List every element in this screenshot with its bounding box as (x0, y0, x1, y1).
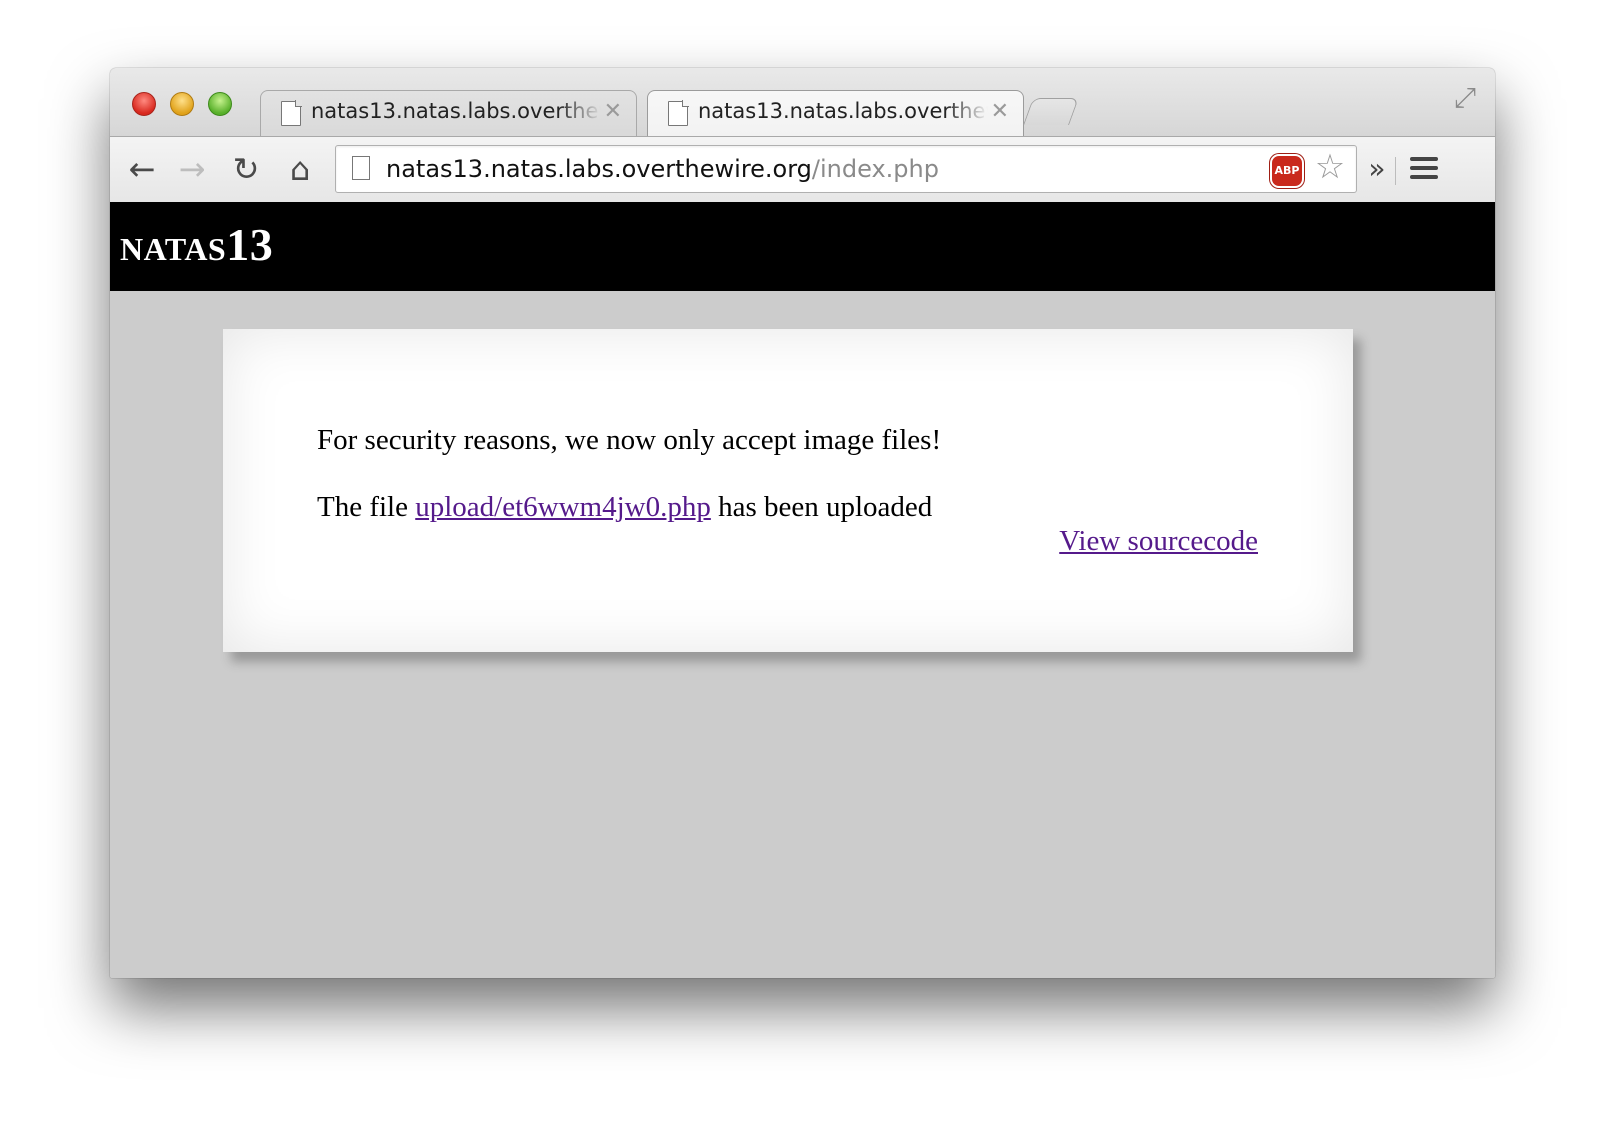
browser-toolbar: ← → ↻ ⌂ natas13.natas.labs.overthewire.o… (110, 136, 1495, 204)
url-path: /index.php (811, 155, 939, 183)
minimize-window-button[interactable] (170, 92, 194, 116)
page-icon (352, 156, 370, 180)
file-suffix: has been uploaded (710, 491, 933, 523)
extensions-chevron-icon[interactable]: » (1362, 151, 1392, 187)
forward-arrow-icon[interactable]: → (172, 149, 212, 189)
page-viewport: natas13 For security reasons, we now onl… (110, 202, 1495, 978)
adblock-icon[interactable]: ABP (1270, 154, 1304, 188)
home-icon[interactable]: ⌂ (280, 149, 320, 189)
menu-hamburger-icon[interactable] (1410, 157, 1438, 183)
fullscreen-icon[interactable]: ⤢ (1449, 82, 1481, 114)
toolbar-divider (1395, 157, 1396, 185)
title-bar: natas13.natas.labs.overthewire.org ✕ nat… (110, 68, 1495, 138)
page-icon (668, 101, 688, 126)
browser-window: natas13.natas.labs.overthewire.org ✕ nat… (110, 68, 1495, 978)
banner-title: natas13 (120, 219, 274, 270)
site-banner: natas13 (110, 202, 1495, 291)
upload-status: The file upload/et6wwm4jw0.php has been … (317, 491, 932, 524)
tab-title: natas13.natas.labs.overthewire.org (311, 99, 601, 123)
close-tab-icon[interactable]: ✕ (991, 98, 1009, 126)
back-arrow-icon[interactable]: ← (122, 149, 162, 189)
bookmark-star-icon[interactable]: ☆ (1312, 149, 1348, 185)
tab-2-active[interactable]: natas13.natas.labs.overthewire.org ✕ (647, 90, 1024, 138)
new-tab-button[interactable] (1023, 98, 1079, 125)
zoom-window-button[interactable] (208, 92, 232, 116)
file-prefix: The file (317, 491, 416, 523)
tab-1[interactable]: natas13.natas.labs.overthewire.org ✕ (260, 90, 637, 138)
close-tab-icon[interactable]: ✕ (604, 98, 622, 126)
page-icon (281, 101, 301, 126)
reload-icon[interactable]: ↻ (226, 149, 266, 189)
security-message: For security reasons, we now only accept… (317, 424, 942, 456)
content-card: For security reasons, we now only accept… (223, 329, 1353, 652)
uploaded-file-link[interactable]: upload/et6wwm4jw0.php (415, 491, 711, 523)
close-window-button[interactable] (132, 92, 156, 116)
url-host: natas13.natas.labs.overthewire.org (386, 155, 812, 183)
tab-title: natas13.natas.labs.overthewire.org (698, 99, 988, 123)
address-bar[interactable]: natas13.natas.labs.overthewire.org/index… (335, 145, 1357, 193)
view-sourcecode-link[interactable]: View sourcecode (1059, 525, 1258, 558)
address-url[interactable]: natas13.natas.labs.overthewire.org/index… (386, 154, 939, 184)
